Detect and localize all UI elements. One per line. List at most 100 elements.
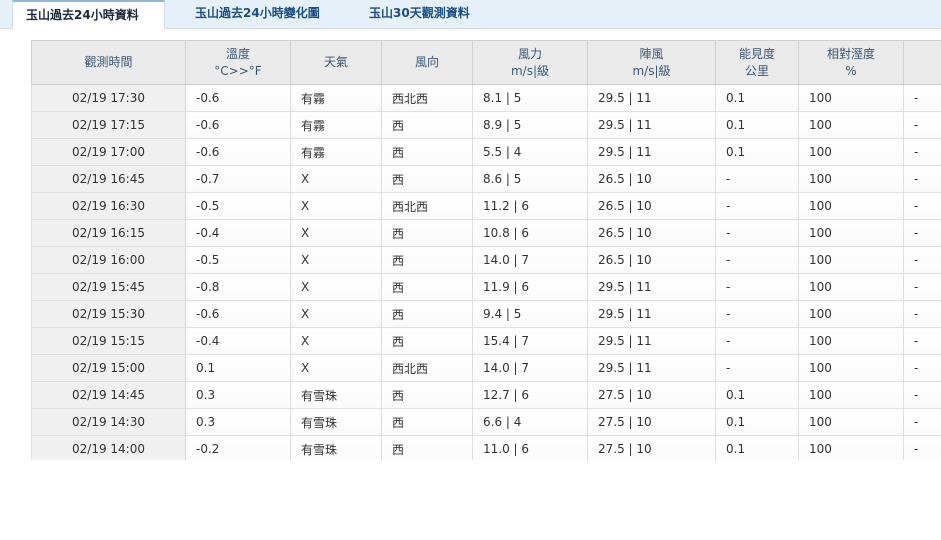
cell-pressure: - [903, 300, 941, 328]
cell-pressure: - [903, 138, 941, 166]
table-row: 02/19 16:30 -0.5 X 西北西 11.2 | 6 26.5 | 10-100… [31, 192, 941, 220]
cell-time: 02/19 16:30 [31, 192, 186, 220]
cell-visibility: 0.1 [715, 408, 799, 436]
cell-weather: X [290, 327, 382, 355]
temperature-unit-toggle[interactable]: °C>>°F [214, 64, 261, 78]
cell-temperature: -0.6 [185, 111, 291, 139]
cell-time: 02/19 15:15 [31, 327, 186, 355]
header-wind-direction[interactable]: 風向 [381, 40, 473, 85]
header-label: 溫度 [225, 46, 250, 61]
cell-gust: 29.5 | 11 [587, 300, 716, 328]
cell-time: 02/19 15:30 [31, 300, 186, 328]
cell-humidity: 100 [798, 408, 904, 436]
header-label: 陣風 [639, 46, 664, 61]
cell-weather: X [290, 354, 382, 382]
cell-temperature: -0.7 [185, 165, 291, 193]
cell-visibility: - [715, 354, 799, 382]
cell-time: 02/19 14:45 [31, 381, 186, 409]
header-temperature[interactable]: 溫度 °C>>°F [185, 40, 291, 85]
cell-gust: 29.5 | 11 [587, 327, 716, 355]
cell-visibility: - [715, 219, 799, 247]
cell-time: 02/19 17:15 [31, 111, 186, 139]
cell-weather: X [290, 273, 382, 301]
tab-past-24h-data[interactable]: 玉山過去24小時資料 [12, 0, 165, 29]
cell-humidity: 100 [798, 300, 904, 328]
table-row: 02/19 15:45 -0.8 X 西 11.9 | 6 29.5 | 11-100- [31, 273, 941, 301]
header-wind-speed[interactable]: 風力 m/s|級 [472, 40, 588, 85]
cell-wind-direction: 西 [381, 111, 473, 139]
cell-weather: 有霧 [290, 84, 382, 112]
table-row: 02/19 14:45 0.3 有雪珠西 12.7 | 6 27.5 | 10 0.1 10… [31, 381, 941, 409]
cell-time: 02/19 16:45 [31, 165, 186, 193]
cell-humidity: 100 [798, 381, 904, 409]
cell-weather: X [290, 300, 382, 328]
cell-wind-speed: 9.4 | 5 [472, 300, 588, 328]
cell-wind-direction: 西 [381, 381, 473, 409]
cell-wind-speed: 8.1 | 5 [472, 84, 588, 112]
cell-wind-direction: 西 [381, 408, 473, 436]
cell-gust: 29.5 | 11 [587, 111, 716, 139]
header-weather[interactable]: 天氣 [290, 40, 382, 85]
header-relative-humidity[interactable]: 相對溼度% [798, 40, 904, 85]
cell-wind-speed: 8.6 | 5 [472, 165, 588, 193]
cell-wind-speed: 8.9 | 5 [472, 111, 588, 139]
cell-pressure: - [903, 165, 941, 193]
cell-time: 02/19 16:00 [31, 246, 186, 274]
header-label: 風力 [517, 46, 542, 61]
cell-visibility: - [715, 165, 799, 193]
cell-wind-speed: 5.5 | 4 [472, 138, 588, 166]
cell-temperature: -0.4 [185, 219, 291, 247]
cell-wind-speed: 14.0 | 7 [472, 354, 588, 382]
cell-wind-speed: 6.6 | 4 [472, 408, 588, 436]
cell-gust: 26.5 | 10 [587, 219, 716, 247]
table-body: 02/19 17:30 -0.6 有霧 西北西 8.1 | 5 29.5 | 11 0.1 1… [31, 84, 941, 460]
cell-wind-direction: 西 [381, 300, 473, 328]
cell-wind-direction: 西北西 [381, 84, 473, 112]
table-header-row: 觀測時間 溫度 °C>>°F 天氣 風向 風力 m/s|級 陣風 m/s|級 能見度公… [31, 40, 941, 85]
cell-wind-direction: 西 [381, 435, 473, 460]
cell-temperature: 0.3 [185, 408, 291, 436]
cell-visibility: 0.1 [715, 84, 799, 112]
tab-past-24h-chart[interactable]: 玉山過去24小時變化圖 [182, 0, 344, 28]
cell-wind-speed: 11.9 | 6 [472, 273, 588, 301]
header-sea-level-pressure[interactable]: 海 [903, 40, 941, 85]
cell-pressure: - [903, 408, 941, 436]
cell-temperature: -0.6 [185, 300, 291, 328]
cell-wind-speed: 12.7 | 6 [472, 381, 588, 409]
cell-weather: 有霧 [290, 111, 382, 139]
cell-weather: 有雪珠 [290, 408, 382, 436]
cell-pressure: - [903, 111, 941, 139]
cell-visibility: - [715, 327, 799, 355]
cell-weather: X [290, 219, 382, 247]
cell-humidity: 100 [798, 219, 904, 247]
cell-gust: 27.5 | 10 [587, 381, 716, 409]
cell-temperature: 0.3 [185, 381, 291, 409]
cell-pressure: - [903, 354, 941, 382]
cell-temperature: -0.6 [185, 84, 291, 112]
cell-temperature: -0.5 [185, 246, 291, 274]
cell-humidity: 100 [798, 138, 904, 166]
cell-visibility: - [715, 273, 799, 301]
header-label: 相對溼度 [826, 46, 875, 61]
cell-wind-direction: 西 [381, 327, 473, 355]
cell-humidity: 100 [798, 273, 904, 301]
header-visibility[interactable]: 能見度 公里 [715, 40, 799, 85]
cell-gust: 26.5 | 10 [587, 246, 716, 274]
cell-temperature: 0.1 [185, 354, 291, 382]
cell-visibility: 0.1 [715, 111, 799, 139]
cell-humidity: 100 [798, 111, 904, 139]
table-row: 02/19 14:00 -0.2 有雪珠西 11.0 | 6 27.5 | 10 0.1 1… [31, 435, 941, 460]
cell-weather: 有雪珠 [290, 381, 382, 409]
tab-30-day-data[interactable]: 玉山30天觀測資料 [356, 0, 492, 28]
cell-time: 02/19 14:00 [31, 435, 186, 460]
header-observation-time[interactable]: 觀測時間 [31, 40, 186, 85]
cell-weather: X [290, 165, 382, 193]
observation-table-container: 觀測時間 溫度 °C>>°F 天氣 風向 風力 m/s|級 陣風 m/s|級 能見度公… [31, 40, 941, 460]
cell-wind-direction: 西 [381, 165, 473, 193]
header-gust[interactable]: 陣風 m/s|級 [587, 40, 716, 85]
cell-gust: 29.5 | 11 [587, 273, 716, 301]
table-row: 02/19 17:30 -0.6 有霧 西北西 8.1 | 5 29.5 | 11 0.1 1… [31, 84, 941, 112]
cell-gust: 26.5 | 10 [587, 192, 716, 220]
table-row: 02/19 14:30 0.3 有雪珠西 6.6 | 4 27.5 | 10 0.1 100… [31, 408, 941, 436]
cell-pressure: - [903, 192, 941, 220]
